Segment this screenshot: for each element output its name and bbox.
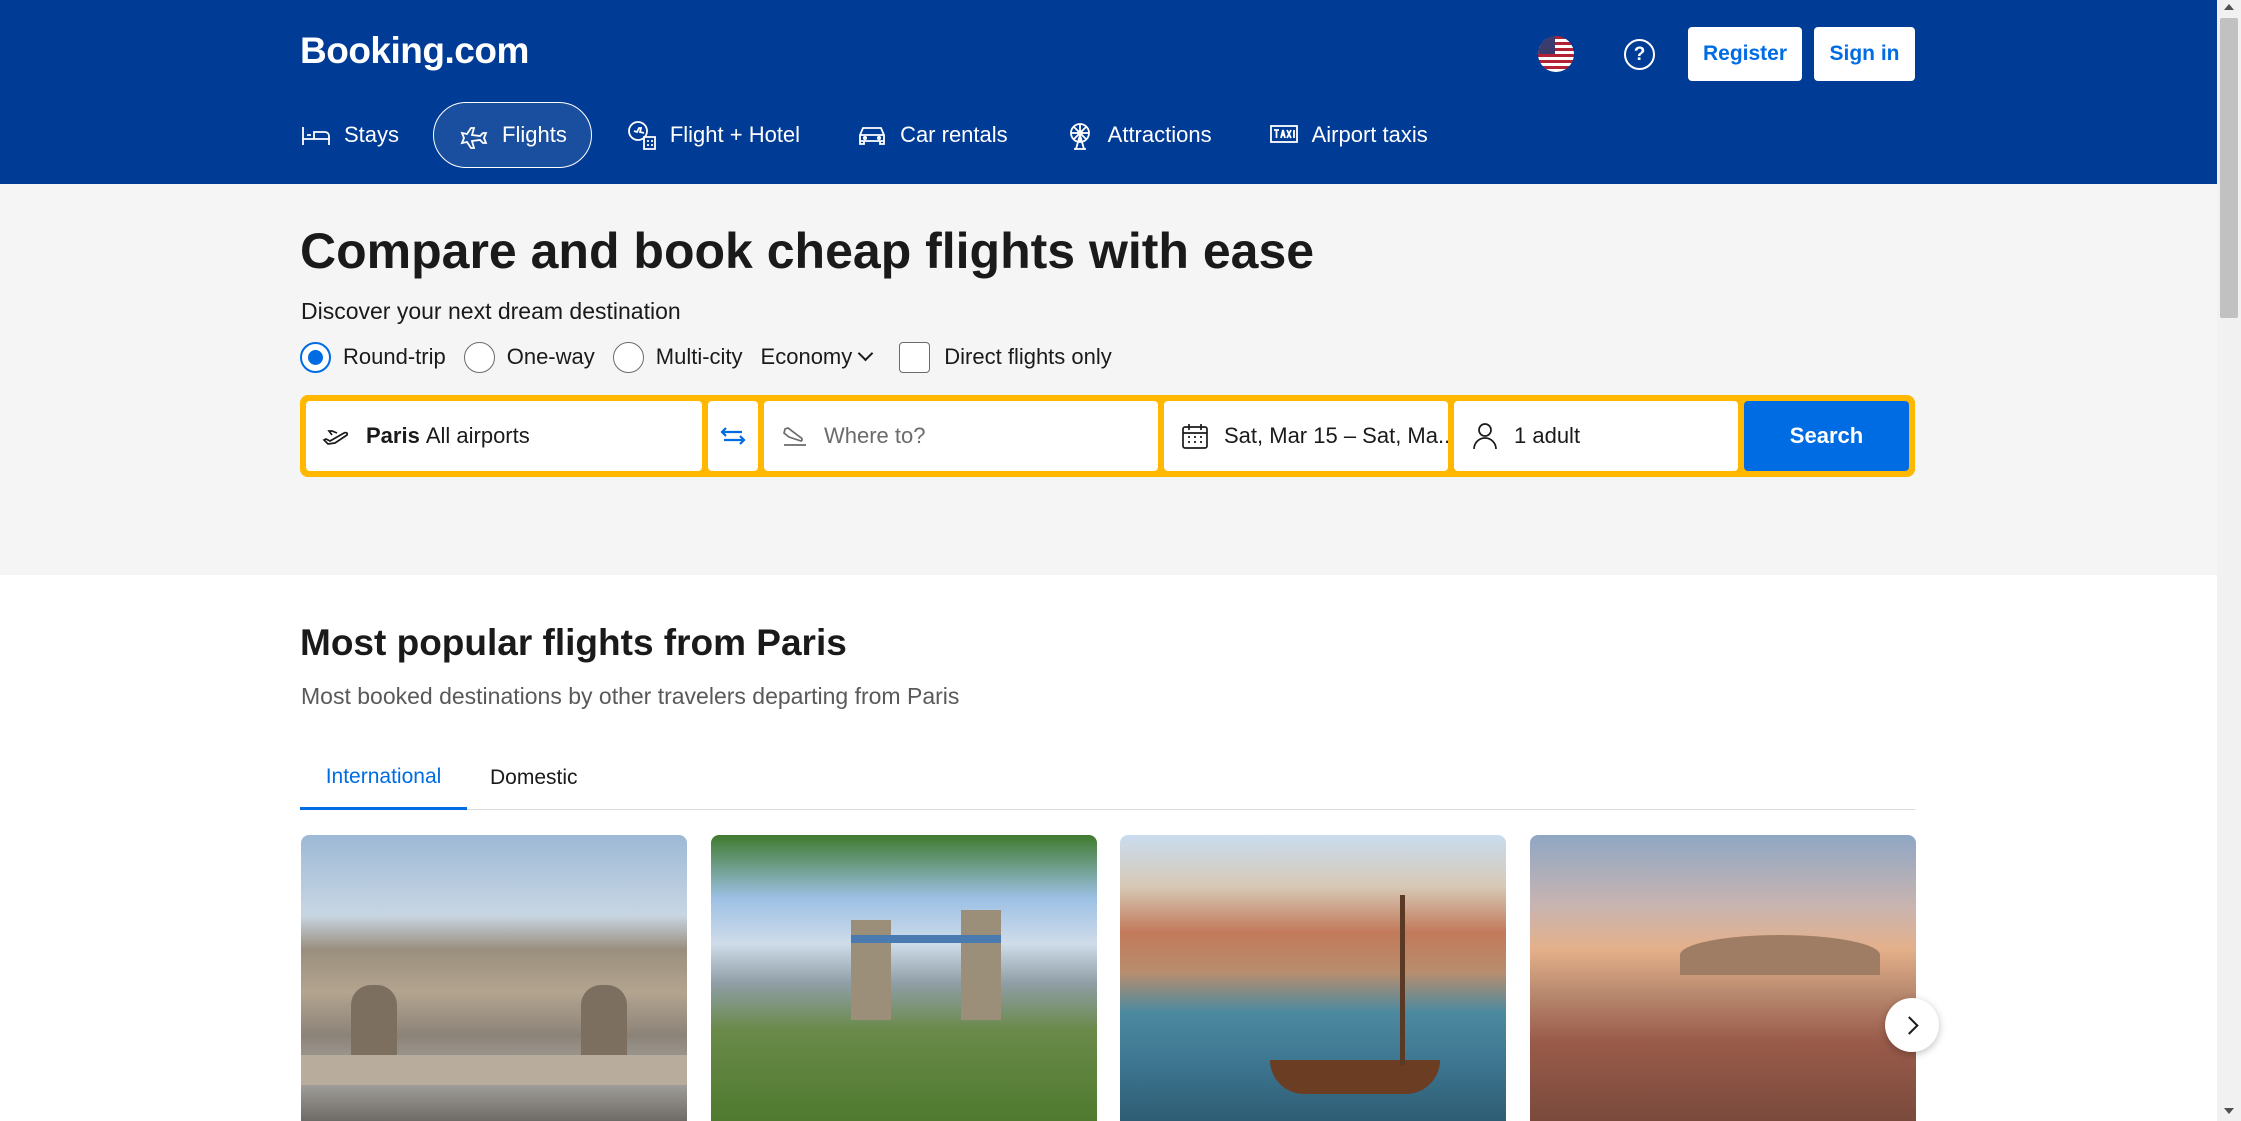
nav-item-airport-taxis[interactable]: Airport taxis [1246, 102, 1450, 168]
search-button[interactable]: Search [1744, 401, 1909, 471]
nav-item-car-rentals[interactable]: Car rentals [834, 102, 1030, 168]
castle-hill [1680, 935, 1880, 975]
round-trip-radio[interactable] [300, 341, 331, 373]
nav-item-stays[interactable]: Stays [300, 102, 421, 168]
section-title: Most popular flights from Paris [300, 622, 847, 663]
balustrade [301, 1055, 687, 1085]
person-icon [1473, 423, 1497, 450]
destination-card-image[interactable] [711, 835, 1097, 1121]
swap-button[interactable] [708, 401, 758, 471]
sign-in-button[interactable]: Sign in [1814, 27, 1915, 81]
nav-item-label: Stays [344, 122, 400, 147]
page-title: Compare and book cheap flights with ease [300, 223, 1315, 279]
destination-field[interactable]: Where to? [764, 401, 1158, 471]
page-subtitle: Discover your next dream destination [301, 298, 681, 324]
car-icon [859, 127, 885, 145]
one-way-label: One-way [506, 344, 595, 369]
ferris-wheel-icon [1069, 123, 1090, 150]
nav-item-label: Airport taxis [1311, 122, 1428, 147]
tab-domestic[interactable]: Domestic [490, 746, 578, 810]
register-button[interactable]: Register [1688, 27, 1802, 81]
main-nav: Stays Flights Flight + Hotel Car rentals… [300, 102, 1462, 168]
direct-flights-label: Direct flights only [944, 344, 1112, 369]
chevron-down-icon [857, 345, 874, 361]
cabin-class-label: Economy [760, 344, 853, 369]
taxi-icon [1269, 125, 1298, 143]
multi-city-radio[interactable] [612, 341, 644, 373]
tab-international[interactable]: International [300, 746, 467, 810]
nav-item-label: Car rentals [900, 122, 1008, 147]
booking-logo[interactable]: Booking.com [300, 30, 529, 72]
destination-card-image[interactable] [301, 835, 687, 1121]
origin-city: Paris [366, 423, 420, 448]
date-range: Sat, Mar 15 – Sat, Ma... [1224, 423, 1448, 448]
date-field[interactable]: Sat, Mar 15 – Sat, Ma... [1164, 401, 1448, 471]
us-flag-icon[interactable] [1538, 36, 1574, 72]
travelers-count: 1 adult [1514, 423, 1581, 448]
swap-arrows-icon [720, 427, 746, 445]
multi-city-option[interactable]: Multi-city [612, 341, 743, 373]
flag-canton [1538, 36, 1555, 54]
flight-search-bar: Paris All airports Where to? Sat, Mar 15… [300, 395, 1915, 477]
trip-options: Round-trip One-way Multi-city Economy Di… [300, 340, 1130, 374]
calendar-icon [1182, 424, 1208, 449]
nav-item-flight-hotel[interactable]: Flight + Hotel [604, 102, 822, 168]
header: Booking.com ? Register Sign in Stays Fli… [0, 0, 2217, 184]
carousel-next-button[interactable] [1885, 998, 1939, 1052]
nav-item-flights[interactable]: Flights [433, 102, 592, 168]
bed-icon [302, 127, 330, 145]
one-way-radio[interactable] [463, 341, 495, 373]
bridge-tower [961, 910, 1001, 1020]
travelers-field[interactable]: 1 adult [1454, 401, 1738, 471]
destination-card-image[interactable] [1530, 835, 1916, 1121]
round-trip-option[interactable]: Round-trip [300, 341, 446, 373]
multi-city-label: Multi-city [655, 344, 743, 369]
plane-hotel-icon [627, 121, 656, 150]
origin-field[interactable]: Paris All airports [306, 401, 702, 471]
origin-airports: All airports [425, 423, 530, 448]
round-trip-label: Round-trip [343, 344, 446, 369]
direct-flights-checkbox[interactable] [899, 341, 931, 373]
plane-icon [460, 127, 488, 149]
boat-mast [1400, 895, 1405, 1065]
help-icon[interactable]: ? [1624, 39, 1655, 70]
scroll-down-arrow-icon[interactable] [2224, 1108, 2234, 1114]
takeoff-icon [322, 430, 349, 445]
landing-icon [783, 427, 806, 446]
boat-hull [1270, 1060, 1440, 1094]
nav-item-label: Attractions [1107, 122, 1212, 147]
scroll-up-arrow-icon[interactable] [2224, 4, 2234, 10]
nav-item-label: Flight + Hotel [669, 122, 801, 147]
destination-placeholder: Where to? [824, 423, 926, 448]
bridge-walkway [851, 935, 1001, 943]
chevron-right-icon [1900, 1015, 1919, 1035]
destination-tabs: International Domestic [300, 746, 1915, 810]
direct-flights-option[interactable]: Direct flights only [899, 341, 1112, 373]
scrollbar-thumb[interactable] [2220, 18, 2238, 318]
one-way-option[interactable]: One-way [463, 341, 595, 373]
section-subtitle: Most booked destinations by other travel… [301, 683, 960, 709]
nav-item-label: Flights [502, 122, 567, 147]
nav-item-attractions[interactable]: Attractions [1042, 102, 1234, 168]
destination-card-image[interactable] [1120, 835, 1506, 1121]
cabin-class-dropdown[interactable]: Economy [760, 344, 874, 370]
